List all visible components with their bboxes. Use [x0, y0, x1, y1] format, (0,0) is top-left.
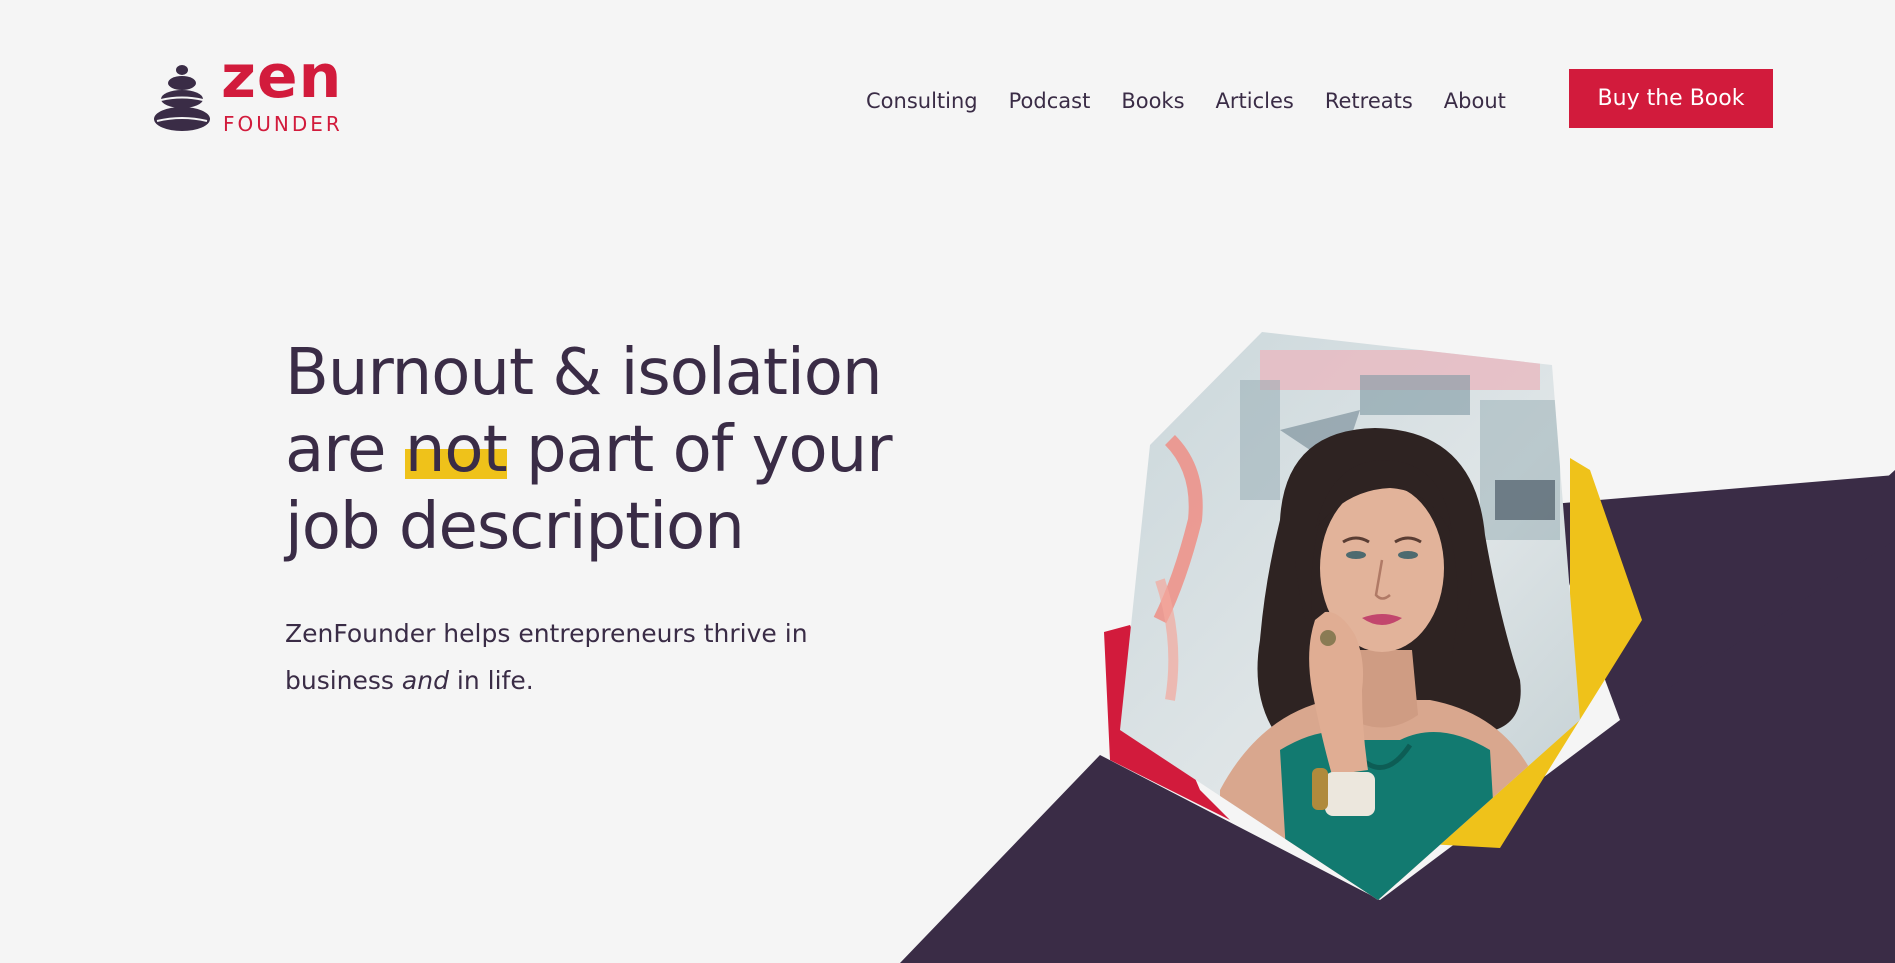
nav-item-books[interactable]: Books: [1121, 88, 1184, 114]
main-nav: Consulting Podcast Books Articles Retrea…: [866, 88, 1506, 114]
stacked-stones-icon: [154, 65, 210, 131]
headline-line-2-pre: are: [285, 413, 405, 487]
nav-item-retreats[interactable]: Retreats: [1325, 88, 1413, 114]
headline-line-1: Burnout & isolation: [285, 336, 883, 410]
site-header: zen FOUNDER Consulting Podcast Books Art…: [0, 0, 1895, 200]
nav-item-consulting[interactable]: Consulting: [866, 88, 978, 114]
nav-item-about[interactable]: About: [1444, 88, 1506, 114]
logo[interactable]: zen FOUNDER: [153, 47, 353, 141]
logo-wordmark-founder: FOUNDER: [223, 112, 343, 136]
subtext-line-1: ZenFounder helps entrepreneurs thrive in: [285, 619, 808, 648]
headline-line-2: are not part of your: [285, 412, 985, 489]
nav-item-articles[interactable]: Articles: [1216, 88, 1294, 114]
subtext-line-2-pre: business: [285, 666, 402, 695]
highlight-word: not: [404, 413, 508, 487]
logo-wordmark-zen: zen: [221, 42, 343, 112]
subtext-line-2-post: in life.: [448, 666, 534, 695]
headline-line-2-post: part of your: [506, 413, 893, 487]
page: zen FOUNDER Consulting Podcast Books Art…: [0, 0, 1895, 963]
headline-highlight: not: [404, 412, 508, 489]
hero-section: Burnout & isolation are not part of your…: [285, 335, 985, 704]
hero-headline: Burnout & isolation are not part of your…: [285, 335, 985, 566]
headline-line-3: job description: [285, 490, 745, 564]
founder-portrait: [1104, 332, 1642, 900]
hero-subtext: ZenFounder helps entrepreneurs thrive in…: [285, 610, 885, 704]
subtext-emphasis: and: [401, 666, 449, 695]
nav-item-podcast[interactable]: Podcast: [1009, 88, 1091, 114]
buy-the-book-button[interactable]: Buy the Book: [1569, 69, 1773, 128]
